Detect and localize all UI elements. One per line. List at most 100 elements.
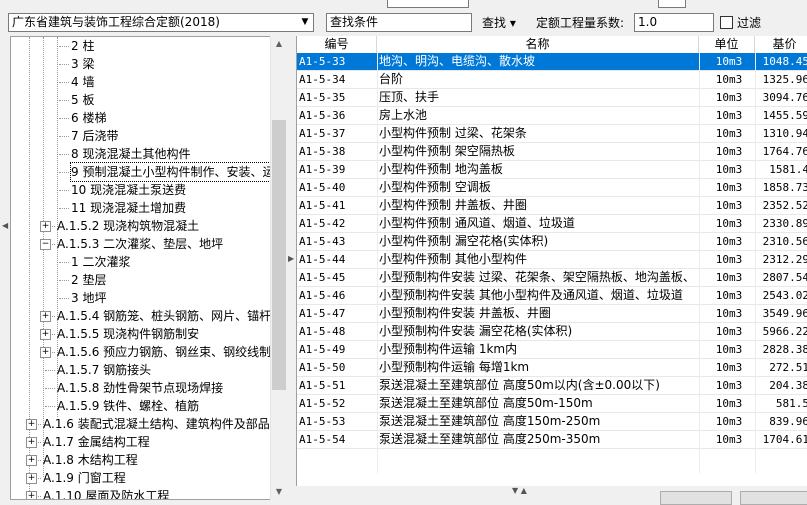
expand-node-icon[interactable]: +	[40, 347, 51, 358]
search-input[interactable]: 查找条件	[326, 13, 472, 32]
tree-item[interactable]: A.1.5.6 预应力钢筋、钢丝束、钢绞线制	[57, 343, 271, 361]
tree-item[interactable]: 7 后浇带	[71, 127, 118, 145]
coef-input[interactable]: 1.0	[634, 13, 714, 32]
expand-node-icon[interactable]: +	[26, 473, 37, 484]
tree-scrollbar[interactable]: ▲ ▼	[270, 36, 287, 500]
expand-node-icon[interactable]: +	[26, 437, 37, 448]
cell-name: 地沟、明沟、电缆沟、散水坡	[379, 54, 536, 68]
table-row[interactable]: A1-5-41 小型构件预制 井盖板、井圈 10m3 2352.52	[297, 197, 807, 215]
table-row[interactable]: A1-5-54 泵送混凝土至建筑部位 高度250m-350m 10m3 1704.61	[297, 431, 807, 449]
chapter-tree[interactable]: 2 柱3 梁4 墙5 板6 楼梯 7 后浇带 8 现浇混凝土其他构件 9 预制混凝土小…	[10, 36, 285, 500]
cell-name: 小型构件预制 通风道、烟道、垃圾道	[379, 216, 575, 230]
tree-item[interactable]: A.1.9 门窗工程	[43, 469, 126, 487]
scroll-down-icon[interactable]: ▼	[271, 484, 287, 500]
tree-connector	[59, 280, 69, 281]
tree-connector	[59, 208, 69, 209]
chevron-down-icon[interactable]: ▼	[296, 14, 313, 31]
collapse-left-icon[interactable]: ◀	[2, 221, 8, 230]
tree-item[interactable]: A.1.6 装配式混凝土结构、建筑构件及部品	[43, 415, 270, 433]
header-price[interactable]: 基价	[755, 36, 807, 53]
cell-code: A1-5-41	[299, 199, 346, 212]
header-code[interactable]: 编号	[297, 36, 377, 53]
tree-item[interactable]: A.1.5.5 现浇构件钢筋制安	[57, 325, 199, 343]
filter-checkbox[interactable]: 过滤	[720, 15, 761, 31]
table-row[interactable]: A1-5-35 压顶、扶手 10m3 3094.76	[297, 89, 807, 107]
tree-connector	[59, 154, 69, 155]
cell-code: A1-5-37	[299, 127, 346, 140]
tree-connector	[45, 406, 55, 407]
table-row[interactable]: A1-5-48 小型预制构件安装 漏空花格(实体积) 10m3 5966.22	[297, 323, 807, 341]
expand-node-icon[interactable]: +	[26, 491, 37, 499]
tree-item[interactable]: A.1.5.2 现浇构筑物混凝土	[57, 217, 199, 235]
cell-name: 小型构件预制 地沟盖板	[379, 162, 503, 176]
checkbox-icon[interactable]	[720, 16, 733, 29]
tree-item[interactable]: 8 现浇混凝土其他构件	[71, 145, 190, 163]
expand-node-icon[interactable]: +	[26, 455, 37, 466]
table-row[interactable]: A1-5-42 小型构件预制 通风道、烟道、垃圾道 10m3 2330.89	[297, 215, 807, 233]
scroll-thumb[interactable]	[272, 120, 286, 390]
collapse-node-icon[interactable]: −	[40, 239, 51, 250]
table-row[interactable]: A1-5-51 泵送混凝土至建筑部位 高度50m以内(含±0.00以下) 10m3 2…	[297, 377, 807, 395]
cell-name: 小型构件预制 架空隔热板	[379, 144, 515, 158]
tree-item[interactable]: A.1.8 木结构工程	[43, 451, 138, 469]
tree-item[interactable]: 9 预制混凝土小型构件制作、安装、运	[69, 162, 276, 182]
tree-item[interactable]: 1 二次灌浆	[71, 253, 130, 271]
table-row[interactable]: A1-5-43 小型构件预制 漏空花格(实体积) 10m3 2310.56	[297, 233, 807, 251]
tree-item[interactable]: 6 楼梯	[71, 109, 106, 127]
cell-unit: 10m3	[715, 307, 743, 320]
tree-item[interactable]: 10 现浇混凝土泵送费	[71, 181, 186, 199]
tree-item[interactable]: A.1.10 屋面及防水工程	[43, 487, 169, 499]
table-row[interactable]: A1-5-40 小型构件预制 空调板 10m3 1858.73	[297, 179, 807, 197]
expand-node-icon[interactable]: +	[26, 419, 37, 430]
scroll-up-icon[interactable]: ▲	[271, 36, 287, 52]
cell-price: 1704.61	[762, 433, 807, 446]
col-divider	[377, 53, 378, 473]
cell-price: 839.96	[769, 415, 807, 428]
table-row[interactable]: A1-5-52 泵送混凝土至建筑部位 高度50m-150m 10m3 581.5	[297, 395, 807, 413]
table-row[interactable]: A1-5-53 泵送混凝土至建筑部位 高度150m-250m 10m3 839.96	[297, 413, 807, 431]
tree-item[interactable]: 3 地坪	[71, 289, 106, 307]
tree-item[interactable]: A.1.5.4 钢筋笼、桩头钢筋、网片、锚杆	[57, 307, 271, 325]
cell-price: 2543.02	[762, 289, 807, 302]
panel-splitter[interactable]: ▶	[287, 36, 296, 503]
table-row[interactable]: A1-5-49 小型预制构件运输 1km内 10m3 2828.38	[297, 341, 807, 359]
tree-item[interactable]: 11 现浇混凝土增加费	[71, 199, 186, 217]
quota-library-select[interactable]: 广东省建筑与装饰工程综合定额(2018) ▼	[8, 13, 314, 32]
tree-item[interactable]: A.1.7 金属结构工程	[43, 433, 150, 451]
cell-name: 小型预制构件安装 其他小型构件及通风道、烟道、垃圾道	[379, 288, 683, 302]
find-button[interactable]: 查找 ▾	[482, 15, 516, 31]
tree-item[interactable]: 2 垫层	[71, 271, 106, 289]
tree-item[interactable]: A.1.5.3 二次灌浆、垫层、地坪	[57, 235, 223, 253]
table-row[interactable]: A1-5-47 小型预制构件安装 井盖板、井圈 10m3 3549.96	[297, 305, 807, 323]
table-row[interactable]: A1-5-45 小型预制构件安装 过梁、花架条、架空隔热板、地沟盖板、 10m3 28…	[297, 269, 807, 287]
table-row[interactable]: A1-5-36 房上水池 10m3 1455.59	[297, 107, 807, 125]
left-collapse-strip[interactable]: ◀	[0, 36, 10, 503]
tree-item[interactable]: A.1.5.8 劲性骨架节点现场焊接	[57, 379, 223, 397]
table-row[interactable]: A1-5-38 小型构件预制 架空隔热板 10m3 1764.76	[297, 143, 807, 161]
table-row[interactable]: A1-5-34 台阶 10m3 1325.96	[297, 71, 807, 89]
expand-node-icon[interactable]: +	[40, 329, 51, 340]
table-row[interactable]: A1-5-44 小型构件预制 其他小型构件 10m3 2312.29	[297, 251, 807, 269]
table-row[interactable]: A1-5-50 小型预制构件运输 每增1km 10m3 272.51	[297, 359, 807, 377]
expand-node-icon[interactable]: +	[40, 311, 51, 322]
cell-price: 581.5	[775, 397, 807, 410]
tree-item[interactable]: 2 柱	[71, 37, 94, 55]
table-row[interactable]: A1-5-39 小型构件预制 地沟盖板 10m3 1581.4	[297, 161, 807, 179]
cell-name: 小型预制构件安装 井盖板、井圈	[379, 306, 551, 320]
table-row[interactable]: A1-5-37 小型构件预制 过梁、花架条 10m3 1310.94	[297, 125, 807, 143]
tree-item[interactable]: 5 板	[71, 91, 94, 109]
cell-code: A1-5-49	[299, 343, 346, 356]
table-row[interactable]: A1-5-46 小型预制构件安装 其他小型构件及通风道、烟道、垃圾道 10m3 254…	[297, 287, 807, 305]
tree-item[interactable]: 3 梁	[71, 55, 94, 73]
collapse-right-icon[interactable]: ▶	[288, 254, 294, 263]
collapse-down-icon[interactable]: ▼ ▲	[512, 486, 527, 495]
expand-node-icon[interactable]: +	[40, 221, 51, 232]
header-name[interactable]: 名称	[377, 36, 699, 53]
header-unit[interactable]: 单位	[699, 36, 755, 53]
tree-item[interactable]: A.1.5.9 铁件、螺栓、植筋	[57, 397, 199, 415]
tree-item[interactable]: 4 墙	[71, 73, 94, 91]
table-row[interactable]: A1-5-33 地沟、明沟、电缆沟、散水坡 10m3 1048.45	[297, 53, 807, 71]
tree-connector	[59, 136, 69, 137]
tree-item[interactable]: A.1.5.7 钢筋接头	[57, 361, 151, 379]
coef-label: 定额工程量系数:	[536, 16, 625, 30]
